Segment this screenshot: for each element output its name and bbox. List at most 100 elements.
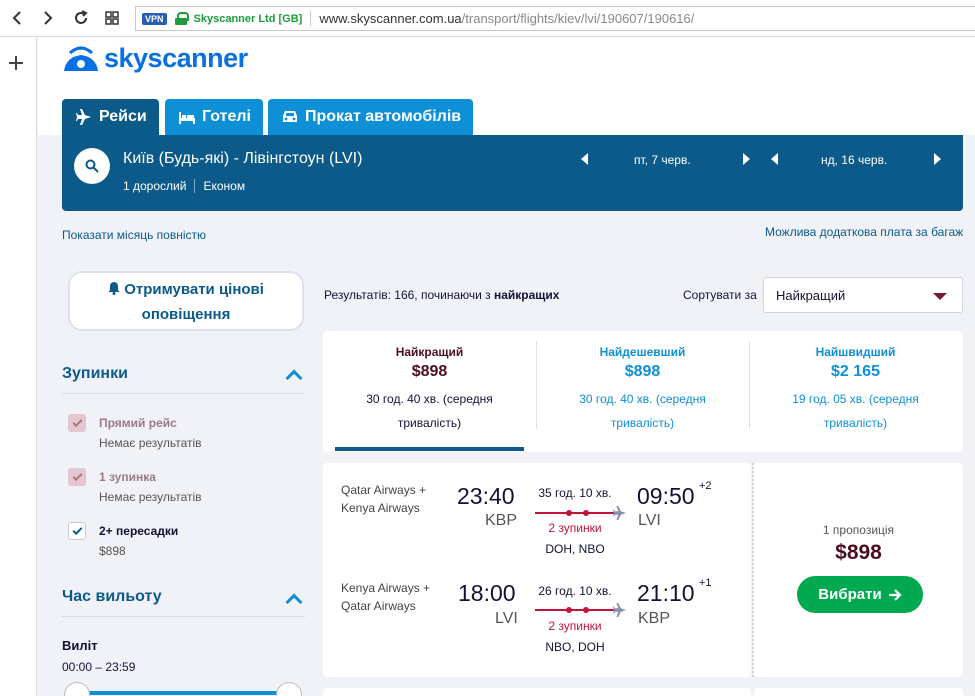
chevron-up-icon[interactable] bbox=[285, 593, 303, 611]
search-icon bbox=[85, 159, 99, 173]
car-icon bbox=[283, 111, 297, 122]
departure-slider-min-handle[interactable] bbox=[64, 682, 90, 696]
add-panel-icon[interactable] bbox=[9, 56, 23, 70]
offers-count: 1 пропозиція bbox=[822, 523, 895, 537]
stop-dot bbox=[566, 607, 572, 613]
passenger-info[interactable]: 1 дорослий Економ bbox=[123, 179, 245, 193]
return-date[interactable]: нд, 16 черв. bbox=[821, 153, 887, 167]
departure-slider-track[interactable] bbox=[78, 691, 288, 695]
bell-icon bbox=[108, 282, 120, 295]
outbound-arr-airport: LVI bbox=[638, 512, 661, 529]
stops-title[interactable]: Зупинки bbox=[62, 365, 128, 383]
tabs-grid-icon[interactable] bbox=[101, 7, 123, 29]
fastest-duration: 19 год. 05 хв. (середня тривалість) bbox=[792, 392, 919, 430]
next-depart-date-icon[interactable] bbox=[743, 153, 750, 165]
inbound-via: NBO, DOH bbox=[545, 640, 605, 654]
results-prefix: Результатів: 166, починаючи з bbox=[324, 288, 494, 302]
outbound-route-line bbox=[535, 512, 619, 514]
inbound-airline: Kenya Airways + Qatar Airways bbox=[341, 581, 431, 613]
passengers-text: 1 дорослий bbox=[123, 179, 187, 193]
inbound-arr-airport: KBP bbox=[638, 610, 671, 627]
flight-card[interactable] bbox=[323, 688, 751, 696]
flight-card[interactable]: Qatar Airways + Kenya Airways 23:40 KBP … bbox=[323, 463, 751, 677]
direct-label: Прямий рейс bbox=[99, 416, 177, 430]
two-plus-stops-price: $898 bbox=[99, 544, 126, 558]
cheapest-duration: 30 год. 40 хв. (середня тривалість) bbox=[579, 392, 706, 430]
inbound-dep-time: 18:00 bbox=[458, 580, 516, 606]
inbound-arr-time: 21:10 bbox=[637, 580, 695, 606]
departure-time-title[interactable]: Час вильоту bbox=[62, 588, 162, 606]
one-stop-checkbox[interactable] bbox=[68, 468, 86, 486]
stop-dot bbox=[583, 510, 589, 516]
forward-icon[interactable] bbox=[37, 7, 59, 29]
tab-flights[interactable]: Рейси bbox=[62, 99, 159, 135]
two-plus-stops-checkbox[interactable] bbox=[68, 522, 86, 540]
skyscanner-logo[interactable]: skyscanner bbox=[62, 43, 248, 74]
tab-cheapest[interactable]: Найдешевший $898 30 год. 40 хв. (середня… bbox=[536, 331, 749, 452]
search-summary-bar[interactable]: Київ (Будь-які) - Лівінгстоун (LVI) 1 до… bbox=[62, 135, 963, 211]
outbound-duration: 35 год. 10 хв. bbox=[538, 486, 612, 500]
search-button[interactable] bbox=[74, 148, 110, 184]
results-bold: найкращих bbox=[494, 288, 560, 302]
caret-down-icon bbox=[933, 293, 947, 300]
best-label: Найкращий bbox=[395, 345, 464, 359]
route-text[interactable]: Київ (Будь-які) - Лівінгстоун (LVI) bbox=[123, 150, 362, 168]
sort-select[interactable]: Найкращий bbox=[763, 277, 963, 313]
address-divider bbox=[310, 11, 312, 26]
fastest-label: Найшвидший bbox=[815, 345, 896, 359]
flight-price-panel: 1 пропозиція $898 Вибрати bbox=[754, 463, 963, 677]
best-price: $898 bbox=[411, 363, 448, 380]
outbound-day-offset: +2 bbox=[699, 480, 712, 492]
browser-toolbar: VPN Skyscanner Ltd [GB] www.skyscanner.c… bbox=[0, 0, 975, 37]
stops-divider bbox=[62, 393, 305, 394]
price-alert-button[interactable]: Отримувати цінові оповіщення bbox=[68, 271, 304, 331]
result-summary-tabs: Найкращий $898 30 год. 40 хв. (середня т… bbox=[323, 331, 963, 452]
departure-range: 00:00 – 23:59 bbox=[62, 660, 136, 674]
prev-depart-date-icon[interactable] bbox=[581, 153, 588, 165]
outbound-via: DOH, NBO bbox=[545, 542, 605, 556]
logo-text: skyscanner bbox=[104, 43, 248, 73]
address-bar[interactable]: VPN Skyscanner Ltd [GB] www.skyscanner.c… bbox=[135, 6, 975, 31]
vpn-badge[interactable]: VPN bbox=[142, 12, 167, 25]
cheapest-label: Найдешевший bbox=[599, 345, 686, 359]
inbound-route-line bbox=[535, 609, 619, 611]
inbound-day-offset: +1 bbox=[699, 577, 712, 589]
prev-return-date-icon[interactable] bbox=[771, 153, 778, 165]
certificate-owner[interactable]: Skyscanner Ltd [GB] bbox=[194, 13, 303, 25]
outbound-dep-time: 23:40 bbox=[457, 483, 515, 509]
departure-slider-max-handle[interactable] bbox=[276, 682, 302, 696]
tab-fastest[interactable]: Найшвидший $2 165 19 год. 05 хв. (середн… bbox=[749, 331, 962, 452]
direct-checkbox[interactable] bbox=[68, 414, 86, 432]
baggage-fee-link[interactable]: Можлива додаткова плата за багаж bbox=[765, 225, 963, 239]
plane-icon bbox=[613, 603, 627, 617]
sort-label: Сортувати за bbox=[683, 288, 757, 302]
url-host: www.skyscanner.com.ua bbox=[319, 11, 462, 26]
next-return-date-icon[interactable] bbox=[934, 153, 941, 165]
sort-value: Найкращий bbox=[776, 288, 846, 303]
outbound-airline: Qatar Airways + Kenya Airways bbox=[341, 483, 427, 515]
tab-best[interactable]: Найкращий $898 30 год. 40 хв. (середня т… bbox=[323, 331, 536, 452]
time-divider bbox=[62, 616, 305, 617]
select-flight-button[interactable]: Вибрати bbox=[797, 576, 923, 613]
departure-label: Виліт bbox=[62, 638, 98, 653]
back-icon[interactable] bbox=[6, 7, 28, 29]
tab-cars[interactable]: Прокат автомобілів bbox=[268, 99, 473, 135]
url-path: /transport/flights/kiev/lvi/190607/19061… bbox=[461, 11, 695, 26]
show-month-link[interactable]: Показати місяць повністю bbox=[62, 228, 206, 242]
plane-icon bbox=[76, 109, 91, 125]
stop-dot bbox=[566, 510, 572, 516]
two-plus-stops-label: 2+ пересадки bbox=[99, 524, 179, 538]
tab-hotels[interactable]: Готелі bbox=[165, 99, 263, 135]
cabin-text: Економ bbox=[203, 179, 246, 193]
flight-price: $898 bbox=[835, 541, 882, 564]
select-label: Вибрати bbox=[818, 586, 882, 603]
bed-icon bbox=[179, 112, 195, 124]
chevron-up-icon[interactable] bbox=[285, 369, 303, 387]
cheapest-price: $898 bbox=[624, 363, 661, 380]
logo-mark-icon bbox=[64, 46, 98, 71]
fastest-price: $2 165 bbox=[831, 363, 880, 380]
reload-icon[interactable] bbox=[70, 7, 92, 29]
depart-date[interactable]: пт, 7 черв. bbox=[634, 153, 691, 167]
arrow-right-icon bbox=[888, 588, 902, 601]
direct-sub: Немає результатів bbox=[99, 436, 202, 450]
